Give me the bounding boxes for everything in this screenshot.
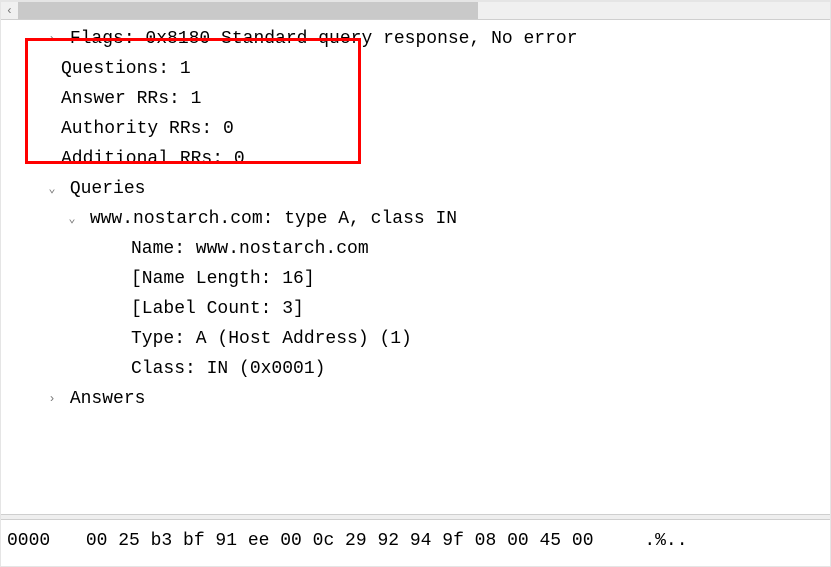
query-class: Class: IN (0x0001) (131, 359, 325, 379)
scrollbar-track[interactable] (18, 2, 830, 19)
chevron-down-icon: ⌄ (45, 174, 59, 204)
answer-rrs-row[interactable]: Answer RRs: 1 (1, 84, 830, 114)
answers-row[interactable]: › Answers (1, 384, 830, 414)
chevron-right-icon: › (45, 384, 59, 414)
query-type: Type: A (Host Address) (1) (131, 329, 412, 349)
hex-dump-pane: 0000 00 25 b3 bf 91 ee 00 0c 29 92 94 9f… (1, 520, 830, 556)
packet-details-window: ‹ › Flags: 0x8180 Standard query respons… (0, 0, 831, 567)
queries-label: Queries (70, 179, 146, 199)
scrollbar-thumb[interactable] (18, 2, 478, 19)
query-name-row[interactable]: Name: www.nostarch.com (1, 234, 830, 264)
hex-bytes: 00 25 b3 bf 91 ee 00 0c 29 92 94 9f 08 0… (86, 526, 594, 556)
answer-rrs-text: Answer RRs: 1 (61, 89, 201, 109)
chevron-left-icon: ‹ (6, 4, 13, 18)
questions-text: Questions: 1 (61, 59, 191, 79)
answers-label: Answers (70, 389, 146, 409)
query-entry-row[interactable]: ⌄ www.nostarch.com: type A, class IN (1, 204, 830, 234)
query-label-count: [Label Count: 3] (131, 299, 304, 319)
query-name: Name: www.nostarch.com (131, 239, 369, 259)
scroll-left-icon[interactable]: ‹ (1, 2, 18, 19)
authority-rrs-text: Authority RRs: 0 (61, 119, 234, 139)
query-name-length-row[interactable]: [Name Length: 16] (1, 264, 830, 294)
additional-rrs-text: Additional RRs: 0 (61, 149, 245, 169)
chevron-down-icon: ⌄ (65, 204, 79, 234)
query-type-row[interactable]: Type: A (Host Address) (1) (1, 324, 830, 354)
query-label-count-row[interactable]: [Label Count: 3] (1, 294, 830, 324)
hex-offset: 0000 (1, 526, 75, 556)
query-name-length: [Name Length: 16] (131, 269, 315, 289)
questions-row[interactable]: Questions: 1 (1, 54, 830, 84)
chevron-right-icon: › (45, 24, 59, 54)
horizontal-scrollbar[interactable]: ‹ (1, 1, 830, 20)
flags-text: Flags: 0x8180 Standard query response, N… (70, 29, 578, 49)
additional-rrs-row[interactable]: Additional RRs: 0 (1, 144, 830, 174)
authority-rrs-row[interactable]: Authority RRs: 0 (1, 114, 830, 144)
hex-ascii: .%.. (604, 526, 687, 556)
query-class-row[interactable]: Class: IN (0x0001) (1, 354, 830, 384)
hex-row[interactable]: 0000 00 25 b3 bf 91 ee 00 0c 29 92 94 9f… (1, 526, 830, 556)
query-summary: www.nostarch.com: type A, class IN (90, 209, 457, 229)
queries-row[interactable]: ⌄ Queries (1, 174, 830, 204)
flags-row[interactable]: › Flags: 0x8180 Standard query response,… (1, 24, 830, 54)
packet-detail-tree: › Flags: 0x8180 Standard query response,… (1, 20, 830, 514)
